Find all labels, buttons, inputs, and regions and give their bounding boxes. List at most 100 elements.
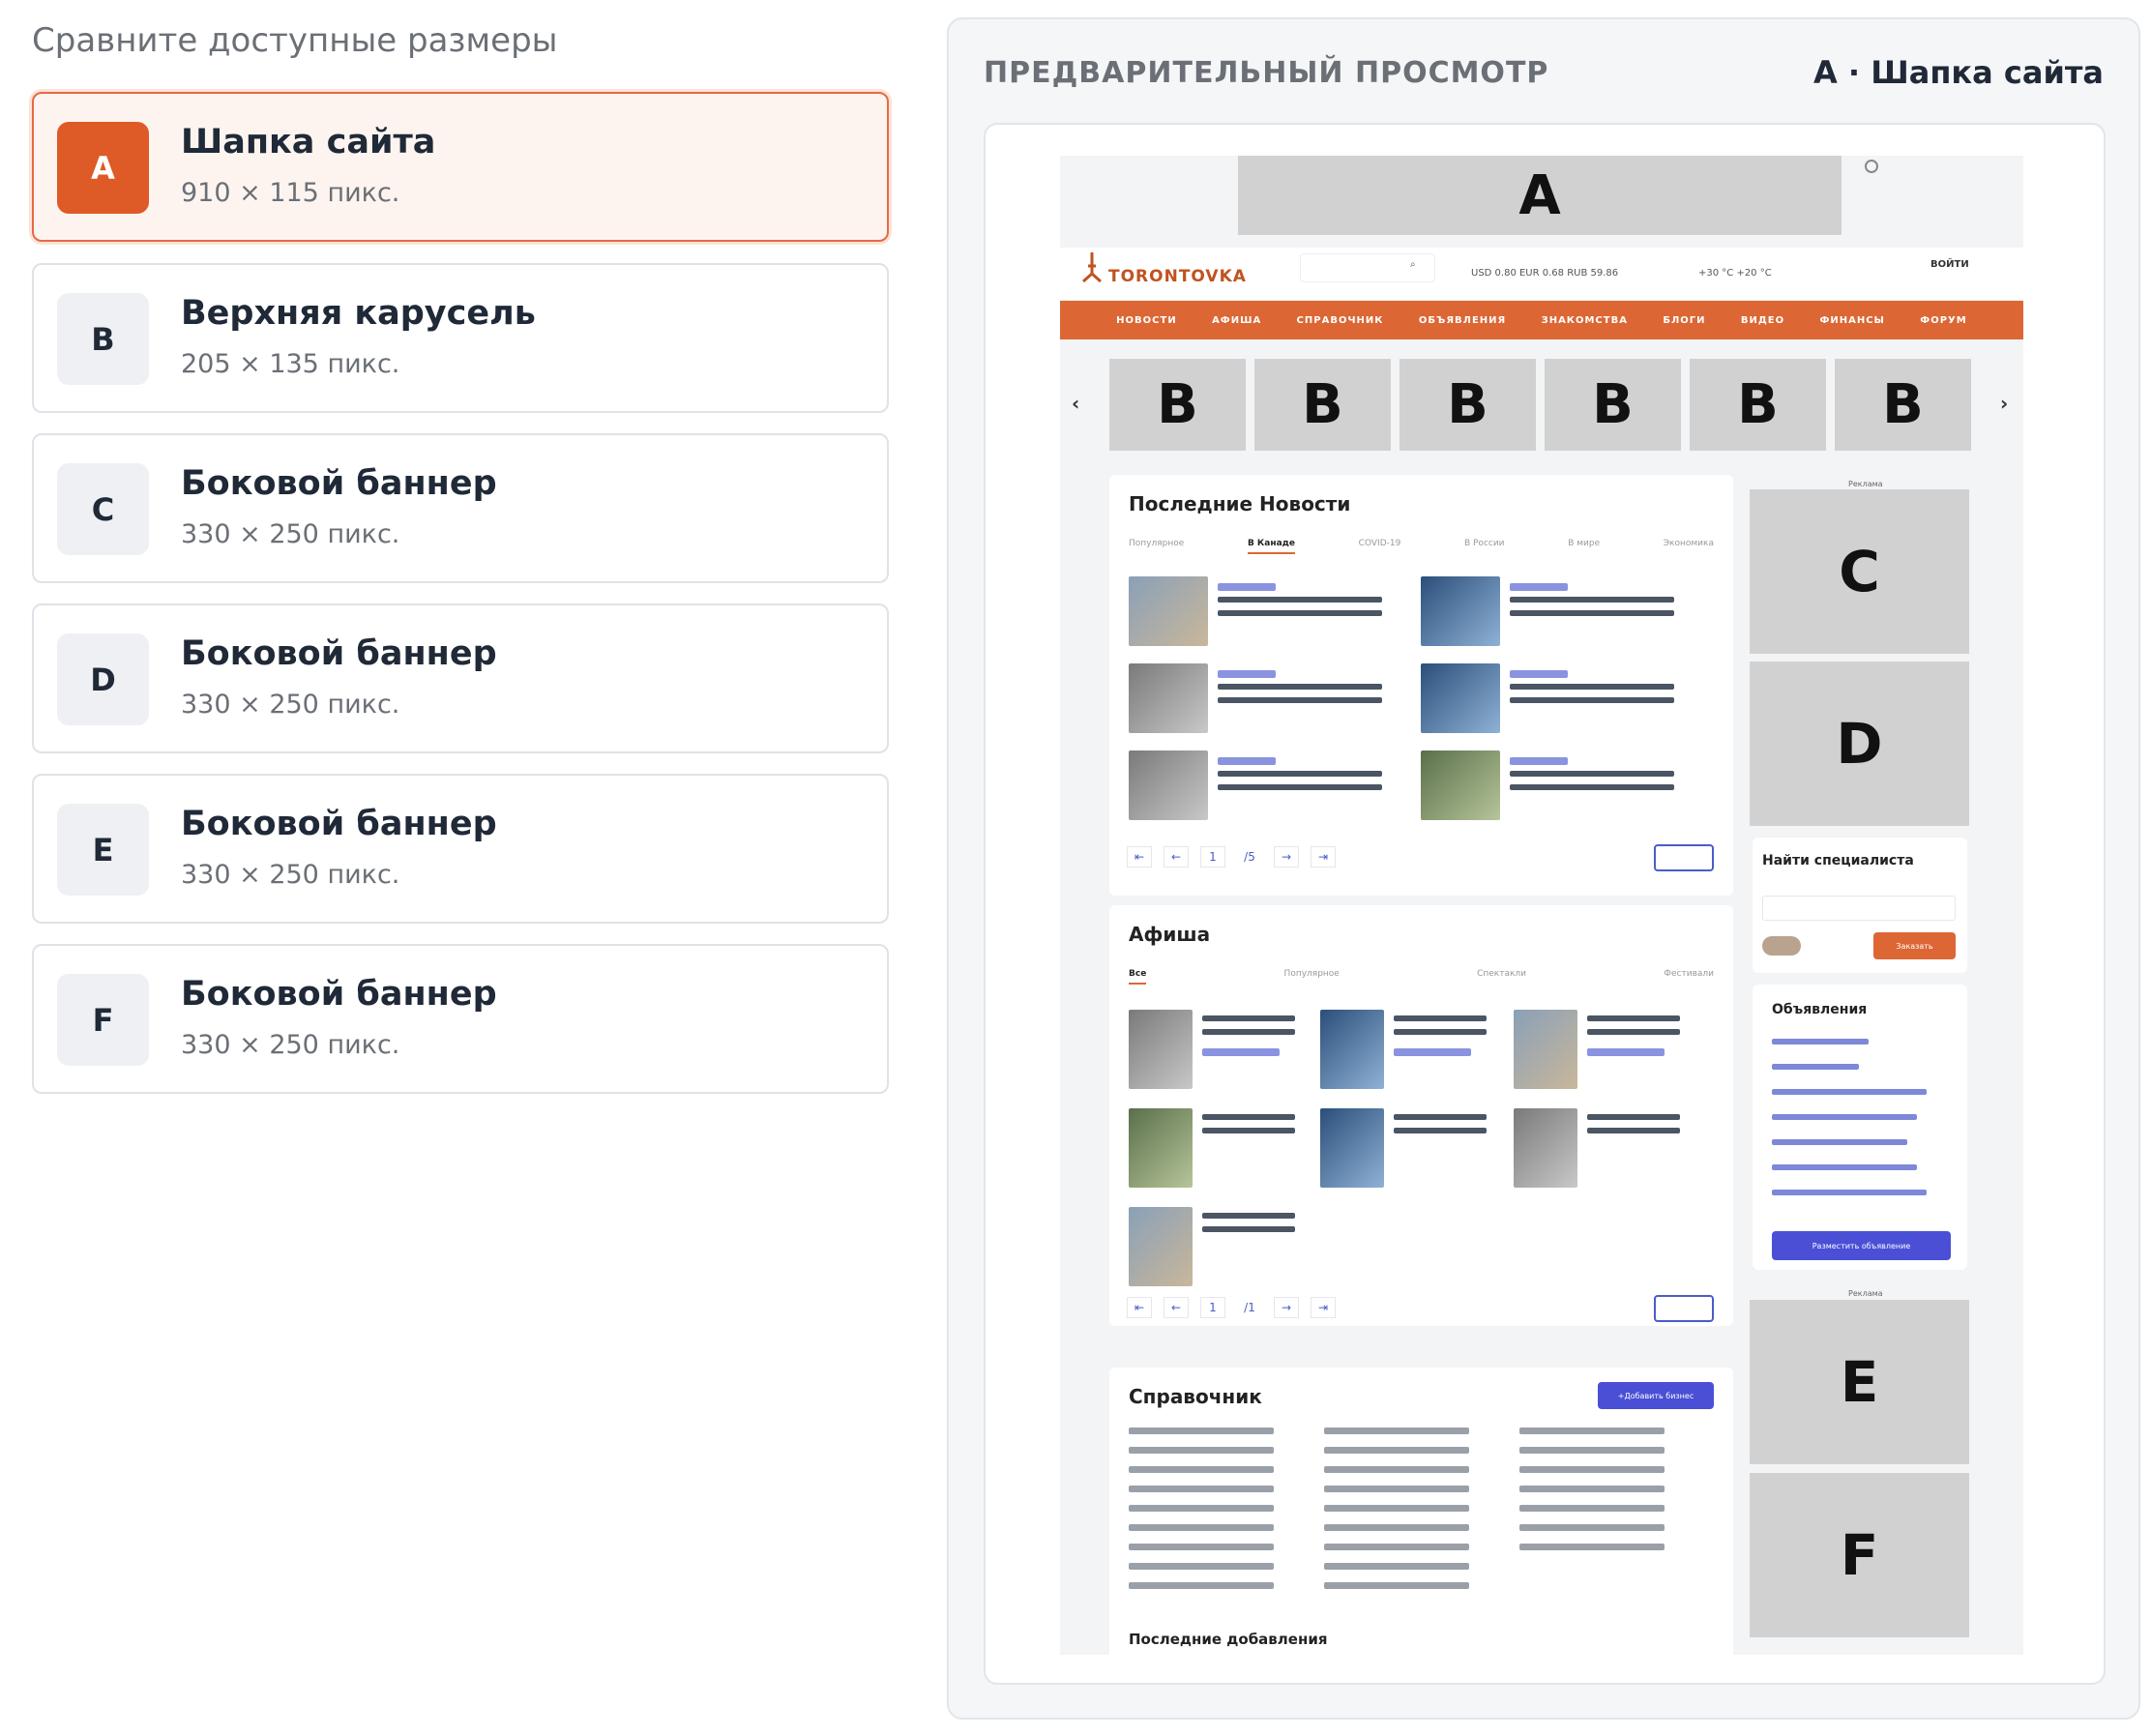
first-page-icon[interactable]: ⇤ <box>1127 1297 1152 1318</box>
classifieds-list <box>1772 1039 1936 1215</box>
prev-page-icon[interactable]: ← <box>1164 846 1189 868</box>
news-text[interactable] <box>1218 697 1382 703</box>
specialist-search-input[interactable] <box>1762 896 1956 921</box>
nav-item[interactable]: ФИНАНСЫ <box>1819 315 1884 326</box>
size-option-e[interactable]: E Боковой баннер 330 × 250 пикс. <box>32 774 889 924</box>
event-text[interactable] <box>1202 1029 1295 1035</box>
post-ad-button[interactable]: Разместить объявление <box>1772 1231 1951 1260</box>
tab[interactable]: Все <box>1129 969 1147 985</box>
slot-b: B <box>1254 359 1391 451</box>
find-specialist-title: Найти специалиста <box>1762 853 1914 868</box>
event-thumb[interactable] <box>1129 1207 1193 1286</box>
close-icon[interactable] <box>1865 160 1878 173</box>
tab[interactable]: В России <box>1464 539 1505 554</box>
event-text[interactable] <box>1587 1029 1680 1035</box>
size-option-c[interactable]: C Боковой баннер 330 × 250 пикс. <box>32 433 889 583</box>
event-thumb[interactable] <box>1129 1108 1193 1188</box>
event-thumb[interactable] <box>1514 1108 1577 1188</box>
nav-item[interactable]: ОБЪЯВЛЕНИЯ <box>1419 315 1506 326</box>
event-text[interactable] <box>1394 1029 1487 1035</box>
last-page-icon[interactable]: ⇥ <box>1311 846 1336 868</box>
next-page-icon[interactable]: → <box>1274 1297 1299 1318</box>
nav-item[interactable]: ФОРУМ <box>1920 315 1966 326</box>
event-text[interactable] <box>1202 1213 1295 1219</box>
all-events-button[interactable] <box>1654 1295 1714 1322</box>
next-page-icon[interactable]: → <box>1274 846 1299 868</box>
nav-item[interactable]: АФИША <box>1212 315 1261 326</box>
news-thumb[interactable] <box>1129 663 1208 733</box>
size-option-a[interactable]: A Шапка сайта 910 × 115 пикс. <box>32 92 889 242</box>
news-thumb[interactable] <box>1421 750 1500 820</box>
first-page-icon[interactable]: ⇤ <box>1127 846 1152 868</box>
event-text[interactable] <box>1394 1128 1487 1133</box>
tab[interactable]: COVID-19 <box>1359 539 1401 554</box>
news-text[interactable] <box>1510 610 1674 616</box>
news-text[interactable] <box>1510 771 1674 777</box>
tab[interactable]: Экономика <box>1664 539 1714 554</box>
page-total: /5 <box>1237 846 1262 868</box>
add-business-button[interactable]: +Добавить бизнес <box>1598 1382 1714 1409</box>
news-thumb[interactable] <box>1421 663 1500 733</box>
option-title: Верхняя карусель <box>181 294 536 333</box>
event-date <box>1394 1048 1471 1056</box>
event-thumb[interactable] <box>1320 1108 1384 1188</box>
prev-page-icon[interactable]: ← <box>1164 1297 1189 1318</box>
event-text[interactable] <box>1202 1226 1295 1232</box>
chevron-left-icon[interactable]: ‹ <box>1072 392 1079 415</box>
tab[interactable]: В Канаде <box>1247 539 1296 554</box>
news-text[interactable] <box>1218 771 1382 777</box>
news-meta <box>1218 583 1276 591</box>
news-text[interactable] <box>1218 610 1382 616</box>
size-option-d[interactable]: D Боковой баннер 330 × 250 пикс. <box>32 603 889 753</box>
classifieds-title: Объявления <box>1772 1002 1868 1017</box>
last-page-icon[interactable]: ⇥ <box>1311 1297 1336 1318</box>
order-button[interactable]: Заказать <box>1873 932 1956 959</box>
option-letter: C <box>57 463 149 555</box>
nav-item[interactable]: СПРАВОЧНИК <box>1297 315 1384 326</box>
nav-item[interactable]: БЛОГИ <box>1663 315 1705 326</box>
search-icon[interactable]: ⌕ <box>1410 259 1416 270</box>
news-text[interactable] <box>1510 597 1674 603</box>
event-text[interactable] <box>1202 1128 1295 1133</box>
event-thumb[interactable] <box>1514 1010 1577 1089</box>
page-number[interactable]: 1 <box>1200 846 1225 868</box>
section-title: Сравните доступные размеры <box>32 21 558 60</box>
afisha-pager: ⇤ ← 1 /1 → ⇥ <box>1127 1297 1336 1318</box>
news-text[interactable] <box>1510 697 1674 703</box>
event-text[interactable] <box>1394 1015 1487 1021</box>
event-thumb[interactable] <box>1320 1010 1384 1089</box>
news-thumb[interactable] <box>1421 576 1500 646</box>
news-text[interactable] <box>1510 784 1674 790</box>
event-text[interactable] <box>1202 1114 1295 1120</box>
event-text[interactable] <box>1587 1015 1680 1021</box>
tab[interactable]: В мире <box>1568 539 1600 554</box>
slot-d: D <box>1750 662 1969 826</box>
size-option-f[interactable]: F Боковой баннер 330 × 250 пикс. <box>32 944 889 1094</box>
news-text[interactable] <box>1510 684 1674 690</box>
nav-item[interactable]: ВИДЕО <box>1741 315 1784 326</box>
news-text[interactable] <box>1218 684 1382 690</box>
news-thumb[interactable] <box>1129 750 1208 820</box>
news-pager: ⇤ ← 1 /5 → ⇥ <box>1127 846 1336 868</box>
event-text[interactable] <box>1394 1114 1487 1120</box>
tab[interactable]: Спектакли <box>1477 969 1526 985</box>
news-text[interactable] <box>1218 784 1382 790</box>
login-link[interactable]: ВОЙТИ <box>1930 259 1969 270</box>
page-number[interactable]: 1 <box>1200 1297 1225 1318</box>
all-news-button[interactable] <box>1654 844 1714 871</box>
tab[interactable]: Популярное <box>1129 539 1184 554</box>
chevron-right-icon[interactable]: › <box>2000 392 2008 415</box>
tab[interactable]: Популярное <box>1284 969 1340 985</box>
nav-item[interactable]: ЗНАКОМСТВА <box>1542 315 1628 326</box>
nav-item[interactable]: НОВОСТИ <box>1116 315 1177 326</box>
event-text[interactable] <box>1202 1015 1295 1021</box>
tab[interactable]: Фестивали <box>1664 969 1714 985</box>
size-option-b[interactable]: B Верхняя карусель 205 × 135 пикс. <box>32 263 889 413</box>
news-text[interactable] <box>1218 597 1382 603</box>
preview-selection: A · Шапка сайта <box>1812 54 2104 91</box>
event-date <box>1587 1048 1665 1056</box>
event-text[interactable] <box>1587 1128 1680 1133</box>
news-thumb[interactable] <box>1129 576 1208 646</box>
event-text[interactable] <box>1587 1114 1680 1120</box>
event-thumb[interactable] <box>1129 1010 1193 1089</box>
